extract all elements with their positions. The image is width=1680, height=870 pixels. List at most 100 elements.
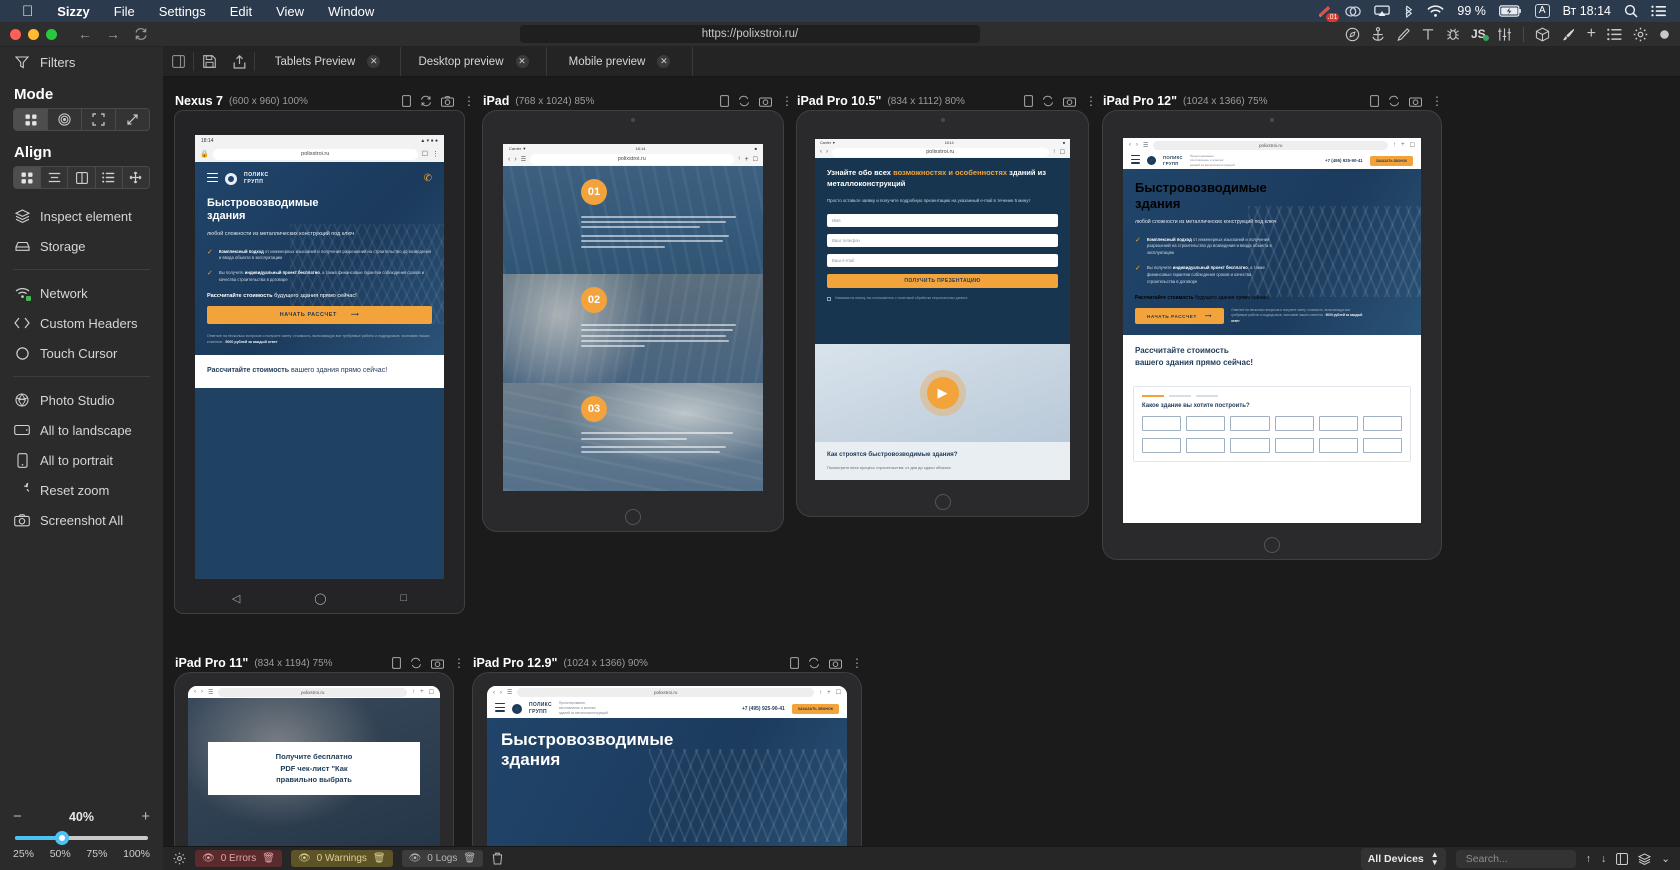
hamburger-icon[interactable] xyxy=(1131,154,1140,166)
plus-icon[interactable]: + xyxy=(827,690,831,696)
form-field-email[interactable]: Ваш e-mail xyxy=(827,254,1058,268)
progress-tab-2[interactable] xyxy=(1169,394,1191,397)
start-calculation-button[interactable]: НАЧАТЬ РАССЧЕТ ⟶ xyxy=(1135,308,1225,325)
align-button-free[interactable] xyxy=(122,167,149,188)
tab-count-icon[interactable]: ☐ xyxy=(422,150,428,158)
form-field-name[interactable]: Имя xyxy=(827,214,1058,228)
brush-icon[interactable] xyxy=(1561,27,1576,42)
device-canvas[interactable]: Nexus 7 (600 x 960) 100% ⋮ 18:14 ▲ ▾ ● ●… xyxy=(163,77,1680,846)
share-icon[interactable]: ↑ xyxy=(1393,142,1396,148)
form-submit-button[interactable]: ПОЛУЧИТЬ ПРЕЗЕНТАЦИЮ xyxy=(827,274,1058,289)
safari-url-bar[interactable]: ‹ › ☰ polixstroi.ru ↑ + ☐ xyxy=(503,152,763,166)
more-options-icon[interactable]: ⋮ xyxy=(463,95,475,107)
url-input[interactable]: https://polixstroi.ru/ xyxy=(519,25,980,43)
menu-item-file[interactable]: File xyxy=(102,4,147,19)
tab-close-mobile-preview[interactable]: ✕ xyxy=(657,55,671,68)
menu-item-settings[interactable]: Settings xyxy=(147,4,218,19)
maximize-window-button[interactable] xyxy=(46,28,57,40)
screenshot-device-icon[interactable] xyxy=(1409,96,1422,107)
rotate-device-icon[interactable] xyxy=(1024,95,1033,107)
align-button-rows[interactable] xyxy=(41,167,69,188)
tab-mobile-preview[interactable]: Mobile preview ✕ xyxy=(547,47,693,76)
bookmarks-icon[interactable]: ☰ xyxy=(507,689,512,696)
more-options-icon[interactable]: ⋮ xyxy=(851,657,863,669)
zoom-tick-100[interactable]: 100% xyxy=(123,848,150,860)
sidebar-item-inspect-element[interactable]: Inspect element xyxy=(0,201,163,231)
forward-icon[interactable]: › xyxy=(826,149,828,155)
building-option-5[interactable] xyxy=(1318,415,1358,431)
arrow-up-icon[interactable]: ↑ xyxy=(1586,853,1591,865)
eye-icon[interactable]: 👁 xyxy=(409,852,422,865)
menu-item-edit[interactable]: Edit xyxy=(218,4,264,19)
dot-icon[interactable] xyxy=(1659,29,1670,40)
reload-device-icon[interactable] xyxy=(738,95,750,107)
airplay-icon[interactable] xyxy=(1374,5,1391,18)
form-field-phone[interactable]: Ваш телефон xyxy=(827,234,1058,248)
android-recents-icon[interactable]: □ xyxy=(400,592,407,605)
mode-button-focus[interactable] xyxy=(48,109,82,130)
device-screen-nexus-7[interactable]: 18:14 ▲ ▾ ● ● 🔒 polixstroi.ru ☐ ⋮ ПОЛИКС… xyxy=(195,135,444,579)
safari-url-text[interactable]: polixstroi.ru xyxy=(517,688,815,697)
plus-icon[interactable]: + xyxy=(420,689,424,695)
sidebar-item-custom-headers[interactable]: Custom Headers xyxy=(0,308,163,338)
safari-desktop-bar[interactable]: ‹ › ☰ polixstroi.ru ↑ + ☐ xyxy=(188,686,440,698)
android-back-icon[interactable]: ◁ xyxy=(232,592,240,605)
reload-device-icon[interactable] xyxy=(420,95,432,107)
more-options-icon[interactable]: ⋮ xyxy=(432,150,439,158)
safari-url-text[interactable]: polixstroi.ru xyxy=(1153,140,1389,150)
control-center-icon[interactable] xyxy=(1651,5,1666,17)
building-option-9[interactable] xyxy=(1230,437,1270,453)
align-button-columns[interactable] xyxy=(68,167,96,188)
forward-icon[interactable]: → xyxy=(99,27,127,41)
trash-icon[interactable] xyxy=(492,852,503,865)
device-screen-ipad[interactable]: Carrier ▼ 18:14 ■ ‹ › ☰ polixstroi.ru ↑ + … xyxy=(503,144,763,491)
safari-url-text[interactable]: polixstroi.ru xyxy=(218,687,408,697)
zoom-slider[interactable] xyxy=(15,831,148,845)
rotate-device-icon[interactable] xyxy=(392,657,401,669)
align-button-grid[interactable] xyxy=(14,167,42,188)
header-phone[interactable]: +7 (495) 925-90-41 xyxy=(742,706,785,712)
safari-url-text[interactable]: polixstroi.ru xyxy=(530,153,734,165)
play-icon[interactable]: ▶ xyxy=(926,376,959,409)
zoom-decrease-button[interactable]: − xyxy=(13,808,22,825)
tabs-icon[interactable]: ☐ xyxy=(429,689,434,696)
apple-icon[interactable]:  xyxy=(10,4,45,19)
menu-item-window[interactable]: Window xyxy=(316,4,386,19)
tab-tablets-preview[interactable]: Tablets Preview ✕ xyxy=(255,47,401,76)
reload-device-icon[interactable] xyxy=(1042,95,1054,107)
anchor-icon[interactable] xyxy=(1371,26,1385,42)
sidebar-item-photo-studio[interactable]: Photo Studio xyxy=(0,385,163,415)
sidebar-item-filters[interactable]: Filters xyxy=(0,47,163,77)
tabs-icon[interactable]: ☐ xyxy=(1410,142,1415,149)
share-icon[interactable]: ↑ xyxy=(819,690,822,696)
reload-icon[interactable] xyxy=(127,27,155,41)
save-icon[interactable] xyxy=(194,47,224,76)
more-options-icon[interactable]: ⋮ xyxy=(1085,95,1097,107)
sidebar-item-storage[interactable]: Storage xyxy=(0,231,163,261)
arrow-down-icon[interactable]: ↓ xyxy=(1601,853,1606,865)
more-options-icon[interactable]: ⋮ xyxy=(1431,95,1443,107)
sliders-icon[interactable] xyxy=(1497,27,1512,42)
gear-icon[interactable] xyxy=(1633,27,1648,42)
more-options-icon[interactable]: ⋮ xyxy=(453,657,465,669)
back-icon[interactable]: ‹ xyxy=(1129,142,1131,148)
warnings-chip[interactable]: 👁 0 Warnings 🗑 xyxy=(290,850,393,867)
building-option-7[interactable] xyxy=(1142,437,1182,453)
building-option-6[interactable] xyxy=(1362,415,1402,431)
header-callback-button[interactable]: ЗАКАЗАТЬ ЗВОНОК xyxy=(1369,155,1413,166)
video-block[interactable]: ▶ xyxy=(815,344,1070,442)
logs-chip[interactable]: 👁 0 Logs 🗑 xyxy=(401,850,484,867)
search-icon[interactable] xyxy=(1624,4,1638,18)
back-icon[interactable]: ‹ xyxy=(820,149,822,155)
clear-warnings-icon[interactable]: 🗑 xyxy=(373,852,386,865)
input-source-indicator[interactable]: A xyxy=(1534,4,1550,18)
zoom-increase-button[interactable]: + xyxy=(141,808,150,825)
mode-button-fullscreen[interactable] xyxy=(116,109,149,130)
clear-errors-icon[interactable]: 🗑 xyxy=(262,852,275,865)
menu-bar-clock[interactable]: Вт 18:14 xyxy=(1563,4,1611,18)
building-option-11[interactable] xyxy=(1318,437,1358,453)
device-screen-ipad-pro-129[interactable]: ‹ › ☰ polixstroi.ru ↑ + ☐ ПОЛИКС ГРУПП П… xyxy=(487,686,847,846)
forward-icon[interactable]: › xyxy=(500,690,502,696)
sidebar-collapse-icon[interactable] xyxy=(163,47,193,76)
screenshot-device-icon[interactable] xyxy=(759,96,772,107)
